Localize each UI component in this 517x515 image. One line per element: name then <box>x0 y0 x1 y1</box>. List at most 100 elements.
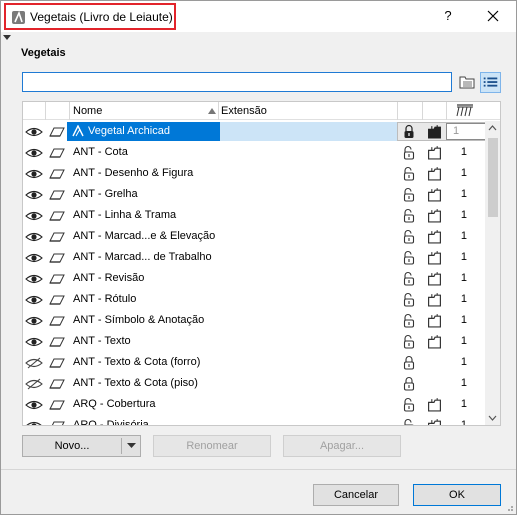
layer-status-icon[interactable] <box>427 250 442 265</box>
section-title: Vegetais <box>21 47 66 59</box>
layer-status-icon[interactable] <box>427 397 442 412</box>
table-row[interactable]: ANT - Revisão 1 <box>23 268 485 289</box>
unlock-icon[interactable] <box>402 208 416 223</box>
table-row[interactable]: ANT - Texto & Cota (forro) 1 <box>23 352 485 373</box>
eye-icon[interactable] <box>25 294 43 306</box>
layer-name: ANT - Grelha <box>73 188 138 200</box>
lock-icon[interactable] <box>402 355 416 370</box>
layer-icon <box>49 232 65 242</box>
unlock-icon[interactable] <box>402 418 416 426</box>
layer-status-icon[interactable] <box>427 166 442 181</box>
layer-name: ANT - Linha & Trama <box>73 209 177 221</box>
pen-number: 1 <box>460 251 467 263</box>
cancel-button[interactable]: Cancelar <box>313 484 399 506</box>
split-divider <box>121 438 122 454</box>
unlock-icon[interactable] <box>402 397 416 412</box>
table-row[interactable]: ARQ - Cobertura 1 <box>23 394 485 415</box>
unlock-icon[interactable] <box>402 271 416 286</box>
rename-button[interactable]: Renomear <box>153 435 271 457</box>
table-row[interactable]: ARQ - Divisória 1 <box>23 415 485 426</box>
eye-hidden-icon[interactable] <box>25 378 43 390</box>
eye-icon[interactable] <box>25 420 43 426</box>
folder-view-icon[interactable] <box>457 72 478 93</box>
scroll-down-icon[interactable] <box>485 410 500 425</box>
table-row[interactable]: ANT - Texto 1 <box>23 331 485 352</box>
close-icon[interactable] <box>481 5 505 27</box>
layer-icon <box>49 127 65 137</box>
scrollbar-thumb[interactable] <box>488 138 498 217</box>
table-row[interactable]: ANT - Cota 1 <box>23 142 485 163</box>
resize-grip-icon[interactable] <box>504 502 514 512</box>
eye-icon[interactable] <box>25 168 43 180</box>
layer-status-icon[interactable] <box>427 145 442 160</box>
archicad-layer-icon <box>72 125 84 137</box>
layer-name: ARQ - Cobertura <box>73 398 156 410</box>
layer-status-icon[interactable] <box>427 187 442 202</box>
unlock-icon[interactable] <box>402 250 416 265</box>
vertical-scrollbar[interactable] <box>485 121 500 425</box>
list-view-icon[interactable] <box>480 72 501 93</box>
layer-status-icon[interactable] <box>427 292 442 307</box>
delete-button[interactable]: Apagar... <box>283 435 401 457</box>
layer-name: ANT - Marcad...e & Elevação <box>73 230 216 242</box>
eye-icon[interactable] <box>25 210 43 222</box>
column-header-extension[interactable]: Extensão <box>221 105 267 117</box>
layer-name: ANT - Texto <box>73 335 131 347</box>
column-header-name[interactable]: Nome <box>73 105 102 117</box>
unlock-icon[interactable] <box>402 187 416 202</box>
table-row[interactable]: ANT - Rótulo 1 <box>23 289 485 310</box>
layer-name: ANT - Texto & Cota (forro) <box>73 356 201 368</box>
eye-icon[interactable] <box>25 336 43 348</box>
unlock-icon[interactable] <box>402 229 416 244</box>
layer-name: ANT - Desenho & Figura <box>73 167 194 179</box>
dialog-window: Vegetais (Livro de Leiaute) ? Vegetais N… <box>0 0 517 515</box>
eye-icon[interactable] <box>25 189 43 201</box>
unlock-icon[interactable] <box>402 313 416 328</box>
unlock-icon[interactable] <box>402 145 416 160</box>
table-header: Nome Extensão <box>23 102 500 120</box>
layer-status-icon[interactable] <box>427 334 442 349</box>
unlock-icon[interactable] <box>402 166 416 181</box>
search-input[interactable] <box>22 72 452 92</box>
lock-icon[interactable] <box>402 124 416 139</box>
chevron-down-icon[interactable] <box>127 443 136 449</box>
layer-status-icon[interactable] <box>427 418 442 426</box>
pen-number[interactable]: 1 <box>449 125 479 137</box>
layer-status-icon[interactable] <box>427 208 442 223</box>
layer-icon <box>49 358 65 368</box>
layer-icon <box>49 337 65 347</box>
eye-icon[interactable] <box>25 147 43 159</box>
help-button[interactable]: ? <box>437 7 459 27</box>
table-row[interactable]: ANT - Símbolo & Anotação 1 <box>23 310 485 331</box>
eye-icon[interactable] <box>25 315 43 327</box>
table-row[interactable]: ANT - Desenho & Figura 1 <box>23 163 485 184</box>
unlock-icon[interactable] <box>402 334 416 349</box>
lock-icon[interactable] <box>402 376 416 391</box>
eye-icon[interactable] <box>25 252 43 264</box>
table-row[interactable]: ANT - Marcad...e & Elevação 1 <box>23 226 485 247</box>
collapse-arrow-icon[interactable] <box>3 35 11 41</box>
eye-icon[interactable] <box>25 231 43 243</box>
layer-icon <box>49 400 65 410</box>
scroll-up-icon[interactable] <box>485 121 500 136</box>
layer-icon <box>51 421 65 425</box>
table-row[interactable]: Vegetal Archicad 1 <box>23 121 487 142</box>
table-row[interactable]: ANT - Grelha 1 <box>23 184 485 205</box>
layer-status-icon[interactable] <box>427 271 442 286</box>
layer-status-icon[interactable] <box>427 124 442 139</box>
pen-number: 1 <box>460 356 467 368</box>
table-row[interactable]: ANT - Texto & Cota (piso) 1 <box>23 373 485 394</box>
ok-button[interactable]: OK <box>413 484 501 506</box>
table-row[interactable]: ANT - Marcad... de Trabalho 1 <box>23 247 485 268</box>
new-button[interactable]: Novo... <box>22 435 141 457</box>
eye-hidden-icon[interactable] <box>25 357 43 369</box>
unlock-icon[interactable] <box>402 292 416 307</box>
layer-status-icon[interactable] <box>427 229 442 244</box>
eye-icon[interactable] <box>25 273 43 285</box>
table-row[interactable]: ANT - Linha & Trama 1 <box>23 205 485 226</box>
layer-status-icon[interactable] <box>427 313 442 328</box>
header-separator <box>45 102 46 120</box>
eye-icon[interactable] <box>25 399 43 411</box>
eye-icon[interactable] <box>25 126 43 138</box>
layer-icon <box>49 295 65 305</box>
